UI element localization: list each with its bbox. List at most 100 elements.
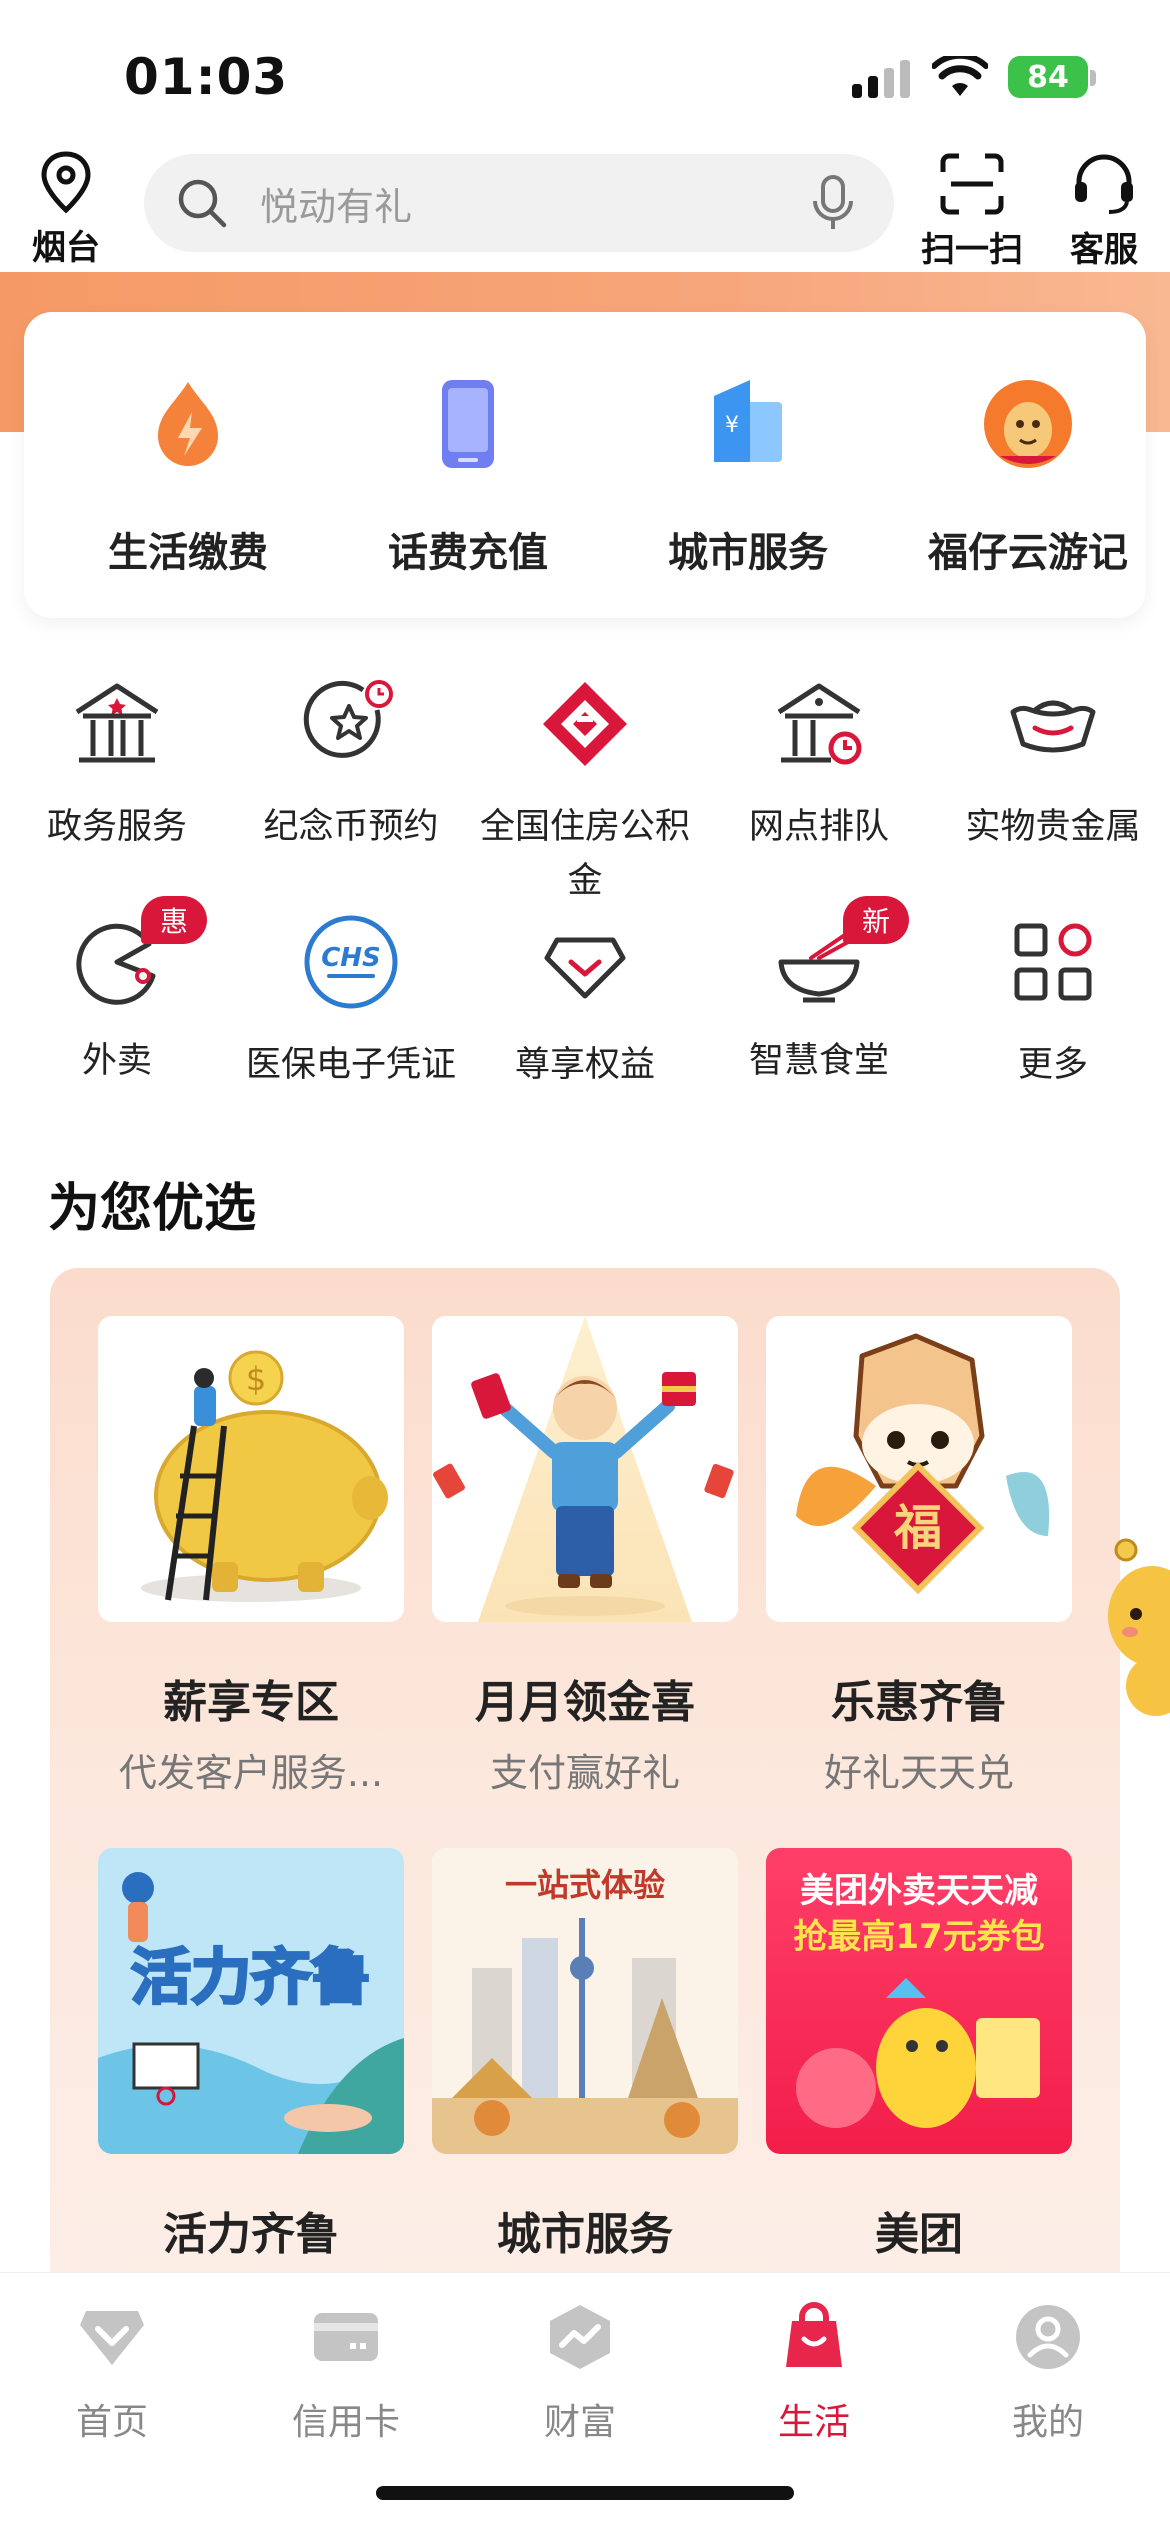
- wifi-icon: [932, 56, 988, 96]
- takeout-icon-wrap: 惠: [69, 896, 207, 1010]
- meituan-line-1: 美团外卖天天减: [800, 1871, 1038, 1911]
- service-life-payment[interactable]: 生活缴费: [48, 376, 328, 578]
- scan-label: 扫一扫: [921, 230, 1023, 270]
- service-label: 生活缴费: [108, 530, 268, 576]
- gold-ingot-icon: [1010, 700, 1096, 753]
- fu-text: 福: [893, 1500, 942, 1556]
- tab-label: 信用卡: [291, 2402, 400, 2443]
- rec-title: 城市服务: [497, 2209, 673, 2260]
- search-icon: [178, 179, 227, 228]
- scan-icon: [940, 153, 1004, 215]
- customer-service-button[interactable]: 客服: [1044, 152, 1164, 271]
- rec-subtitle: 支付赢好礼: [489, 1751, 680, 1795]
- sports-illustration: 活力齐鲁: [98, 1848, 404, 2154]
- housing-fund-icon: [543, 682, 627, 766]
- city-building-icon: ¥: [714, 380, 782, 462]
- rec-item-vitality-qilu[interactable]: 活力齐鲁 活力齐鲁: [98, 1848, 404, 2262]
- rec-item-monthly-gold[interactable]: 月月领金喜 支付赢好礼: [432, 1316, 738, 1797]
- boy-gifts-illustration: [432, 1316, 738, 1622]
- fire-drop-icon: [158, 382, 218, 466]
- grid-exclusive-benefits[interactable]: 尊享权益: [468, 914, 702, 1092]
- rec-item-lehui-qilu[interactable]: 福 乐惠齐鲁 好礼天天兑: [766, 1316, 1072, 1797]
- tab-label: 我的: [1011, 2402, 1084, 2443]
- grid-takeout[interactable]: 惠 外卖: [0, 896, 234, 1088]
- mascot-icon: [984, 380, 1072, 468]
- rec-item-city-service[interactable]: 一站式体验 城市服务: [432, 1848, 738, 2262]
- tab-life[interactable]: 生活: [714, 2301, 914, 2445]
- grid-label: 政务服务: [46, 807, 187, 847]
- chs-text: CHS: [321, 943, 381, 973]
- rec-title: 活力齐鲁: [163, 2209, 339, 2260]
- grid-label: 医保电子凭证: [245, 1045, 456, 1085]
- piggy-bank-illustration: $: [98, 1316, 404, 1622]
- grid-smart-canteen[interactable]: 新 智慧食堂: [702, 896, 936, 1088]
- service-label: 福仔云游记: [928, 530, 1128, 576]
- service-label: 客服: [1070, 230, 1138, 270]
- floating-mascot-icon[interactable]: [1106, 1536, 1170, 1736]
- tab-label: 首页: [75, 2402, 148, 2443]
- grid-medical-insurance[interactable]: CHS 医保电子凭证: [234, 914, 468, 1092]
- city-slogan-text: 一站式体验: [505, 1866, 665, 1904]
- wealth-chart-icon: [550, 2305, 610, 2369]
- tab-label: 财富: [543, 2402, 616, 2443]
- status-bar: 01:03 84: [0, 0, 1170, 140]
- search-bar[interactable]: 悦动有礼: [144, 154, 894, 252]
- grid-branch-queue[interactable]: 网点排队: [702, 676, 936, 854]
- svg-text:$: $: [246, 1360, 266, 1398]
- grid-more[interactable]: 更多: [936, 914, 1170, 1092]
- grid-label: 更多: [1017, 1045, 1088, 1085]
- rec-title: 月月领金喜: [475, 1677, 695, 1728]
- grid-precious-metal[interactable]: 实物贵金属: [936, 676, 1170, 854]
- grid-label: 外卖: [81, 1041, 152, 1081]
- location-pin-icon: [41, 151, 91, 214]
- grid-label: 实物贵金属: [965, 807, 1141, 847]
- headset-icon: [1075, 154, 1133, 214]
- government-icon: [75, 683, 159, 763]
- tab-label: 生活: [777, 2402, 850, 2443]
- service-city[interactable]: ¥ 城市服务: [608, 376, 888, 578]
- home-diamond-icon: [80, 2311, 144, 2365]
- branch-queue-icon: [777, 683, 862, 765]
- location-button[interactable]: 烟台: [26, 150, 106, 269]
- promo-badge: 惠: [141, 896, 207, 944]
- rec-title: 乐惠齐鲁: [831, 1677, 1007, 1728]
- meituan-line-2: 抢最高17元券包: [793, 1917, 1044, 1957]
- top-header: 烟台 悦动有礼 扫一扫 客服: [0, 140, 1170, 270]
- tab-home[interactable]: 首页: [12, 2301, 212, 2445]
- city-illustration: 一站式体验: [432, 1848, 738, 2154]
- vitality-text: 活力齐鲁: [131, 1943, 371, 2013]
- service-label: 话费充值: [388, 530, 548, 576]
- search-placeholder: 悦动有礼: [260, 184, 413, 229]
- location-label: 烟台: [32, 228, 100, 268]
- section-title: 为您优选: [48, 1179, 257, 1239]
- grid-label: 全国住房公积金: [479, 807, 690, 901]
- scan-button[interactable]: 扫一扫: [912, 152, 1032, 271]
- grid-label: 网点排队: [748, 807, 889, 847]
- grid-commemorative-coin[interactable]: 纪念币预约: [234, 676, 468, 854]
- tab-mine[interactable]: 我的: [948, 2301, 1148, 2445]
- rec-item-meituan[interactable]: 美团外卖天天减 抢最高17元券包 美团: [766, 1848, 1072, 2262]
- service-label: 城市服务: [668, 530, 828, 576]
- profile-icon: [1016, 2305, 1080, 2369]
- status-time: 01:03: [124, 48, 289, 106]
- meituan-illustration: 美团外卖天天减 抢最高17元券包: [766, 1848, 1072, 2154]
- grid-government-service[interactable]: 政务服务: [0, 676, 234, 854]
- grid-more-icon: [1014, 923, 1092, 1001]
- shopping-bag-icon: [786, 2302, 842, 2367]
- phone-icon: [442, 380, 494, 468]
- rec-subtitle: 好礼天天兑: [823, 1751, 1014, 1795]
- rec-item-salary[interactable]: $ 薪享专区 代发客户服务...: [98, 1316, 404, 1797]
- tab-credit-card[interactable]: 信用卡: [246, 2301, 446, 2445]
- tab-wealth[interactable]: 财富: [480, 2301, 680, 2445]
- service-phone-topup[interactable]: 话费充值: [328, 376, 608, 578]
- new-badge: 新: [843, 896, 909, 944]
- home-indicator: [376, 2486, 794, 2500]
- svg-text:¥: ¥: [725, 413, 739, 438]
- microphone-icon[interactable]: [810, 173, 856, 233]
- grid-housing-fund[interactable]: 全国住房公积金: [468, 676, 702, 908]
- service-fuzai-tour[interactable]: 福仔云游记: [888, 376, 1168, 578]
- rec-title: 薪享专区: [163, 1677, 339, 1728]
- grid-label: 尊享权益: [514, 1045, 655, 1085]
- rec-subtitle: 代发客户服务...: [118, 1751, 384, 1795]
- rec-title: 美团: [875, 2209, 963, 2260]
